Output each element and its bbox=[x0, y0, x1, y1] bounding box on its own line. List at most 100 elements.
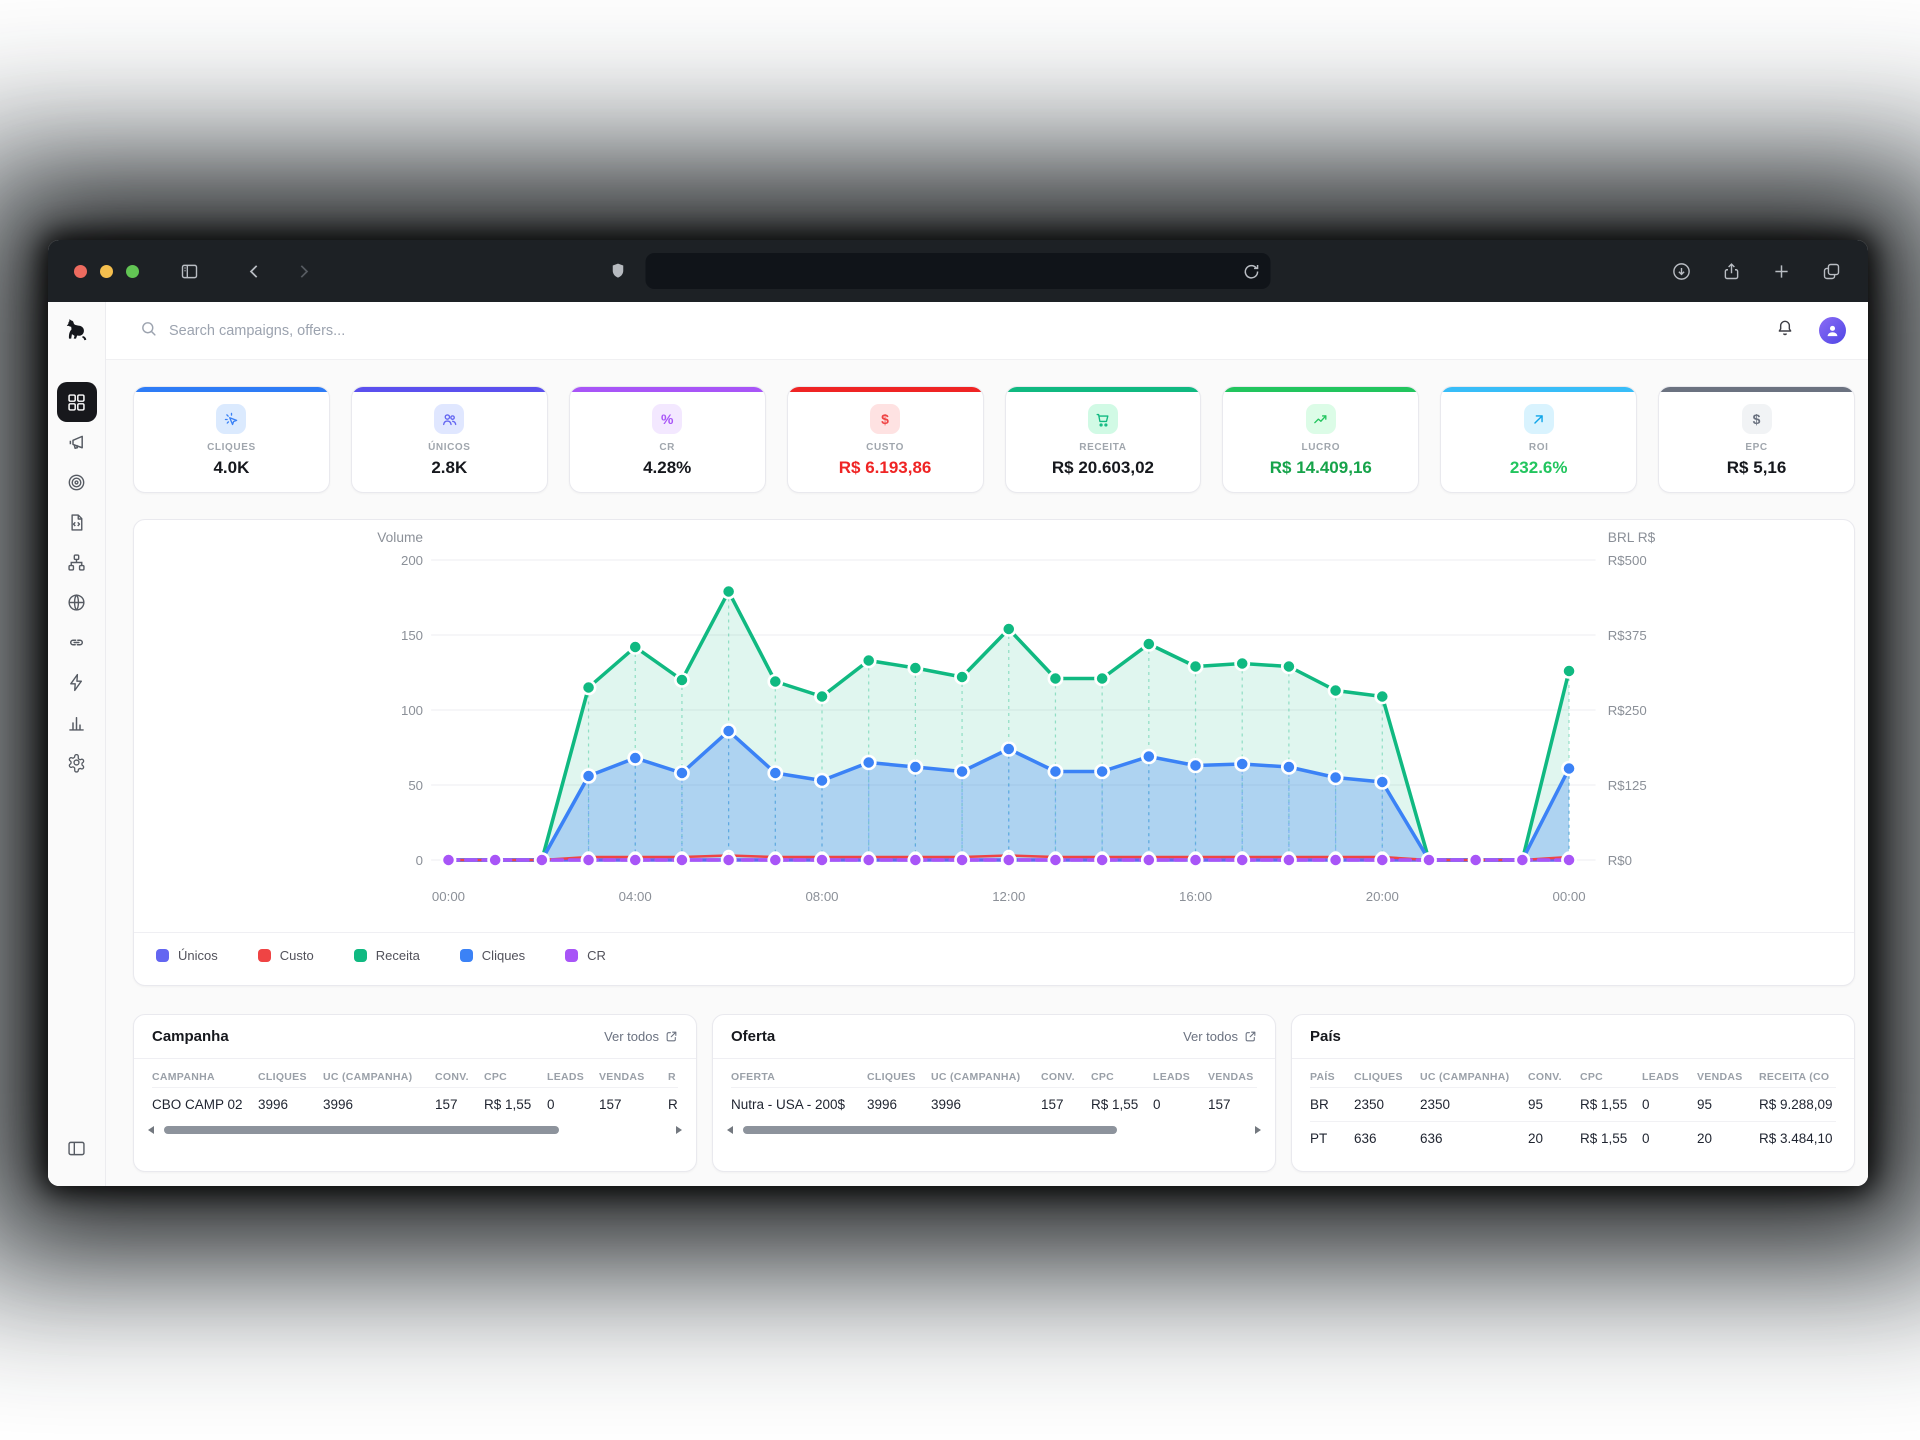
column-header: VENDAS bbox=[1697, 1071, 1759, 1083]
search-icon bbox=[140, 320, 157, 342]
kpi-card: CLIQUES 4.0K bbox=[133, 386, 330, 493]
legend-item[interactable]: CR bbox=[565, 948, 606, 963]
sidebar-item-dashboard[interactable] bbox=[57, 382, 97, 422]
sidebar-item-links[interactable] bbox=[57, 622, 97, 662]
click-icon bbox=[216, 404, 246, 434]
legend-label: CR bbox=[587, 948, 606, 963]
share-icon[interactable] bbox=[1721, 261, 1742, 282]
table-cell: 636 bbox=[1354, 1131, 1420, 1146]
svg-text:16:00: 16:00 bbox=[1179, 889, 1212, 904]
sidebar-item-funnels[interactable] bbox=[57, 542, 97, 582]
kpi-accent-bar bbox=[1441, 387, 1636, 392]
sidebar-item-automations[interactable] bbox=[57, 662, 97, 702]
kpi-accent-bar bbox=[1223, 387, 1418, 392]
new-tab-icon[interactable] bbox=[1771, 261, 1792, 282]
table-cell: R$ 1,55 bbox=[1580, 1131, 1642, 1146]
legend-label: Receita bbox=[376, 948, 420, 963]
scrollbar-thumb[interactable] bbox=[743, 1126, 1117, 1134]
kpi-label: LUCRO bbox=[1302, 442, 1341, 453]
scrollbar-thumb[interactable] bbox=[164, 1126, 559, 1134]
horizontal-scrollbar[interactable] bbox=[727, 1124, 1261, 1136]
kpi-value: R$ 14.409,16 bbox=[1270, 458, 1372, 478]
kpi-value: 232.6% bbox=[1510, 458, 1568, 478]
table-cell: R$ 1,55 bbox=[1091, 1097, 1153, 1112]
search-input[interactable] bbox=[169, 323, 589, 339]
zoom-button[interactable] bbox=[126, 265, 139, 278]
legend-item[interactable]: Cliques bbox=[460, 948, 525, 963]
table-cell: 2350 bbox=[1420, 1097, 1528, 1112]
dollar-icon: $ bbox=[870, 404, 900, 434]
sidebar-collapse-icon[interactable] bbox=[57, 1128, 97, 1168]
downloads-icon[interactable] bbox=[1671, 261, 1692, 282]
address-bar[interactable] bbox=[646, 253, 1271, 289]
forward-icon[interactable] bbox=[293, 261, 314, 282]
tab-overview-icon[interactable] bbox=[1821, 261, 1842, 282]
legend-swatch bbox=[354, 949, 367, 962]
close-button[interactable] bbox=[74, 265, 87, 278]
browser-titlebar bbox=[48, 240, 1868, 302]
back-icon[interactable] bbox=[244, 261, 265, 282]
table-row: CBO CAMP 0239963996157R$ 1,550157R bbox=[152, 1087, 678, 1121]
trend-icon bbox=[1306, 404, 1336, 434]
table-cell: Nutra - USA - 200$ bbox=[731, 1097, 867, 1112]
svg-text:R$125: R$125 bbox=[1608, 778, 1647, 793]
legend-item[interactable]: Únicos bbox=[156, 948, 218, 963]
traffic-chart: 0R$050R$125100R$250150R$375200R$500Volum… bbox=[134, 520, 1854, 920]
table-cell: R$ 1,55 bbox=[1580, 1097, 1642, 1112]
kpi-label: CR bbox=[659, 442, 675, 453]
kpi-value: 4.0K bbox=[213, 458, 249, 478]
legend-item[interactable]: Custo bbox=[258, 948, 314, 963]
table-cell: 3996 bbox=[867, 1097, 931, 1112]
column-header: R bbox=[668, 1071, 697, 1083]
notifications-bell-icon[interactable] bbox=[1775, 318, 1795, 343]
scroll-left-arrow[interactable] bbox=[148, 1126, 154, 1134]
legend-item[interactable]: Receita bbox=[354, 948, 420, 963]
kpi-accent-bar bbox=[1006, 387, 1201, 392]
table-column-headers: CAMPANHACLIQUESUC (CAMPANHA)CONV.CPCLEAD… bbox=[152, 1059, 678, 1087]
sidebar-item-offers[interactable] bbox=[57, 462, 97, 502]
arrow-icon bbox=[1524, 404, 1554, 434]
svg-text:04:00: 04:00 bbox=[619, 889, 652, 904]
kpi-row: CLIQUES 4.0K ÚNICOS 2.8K % CR 4.28% $ CU… bbox=[133, 386, 1855, 493]
svg-text:20:00: 20:00 bbox=[1366, 889, 1399, 904]
kpi-accent-bar bbox=[352, 387, 547, 392]
svg-text:00:00: 00:00 bbox=[432, 889, 465, 904]
left-sidebar bbox=[48, 302, 106, 1186]
kpi-label: ROI bbox=[1529, 442, 1549, 453]
ver-todos-link[interactable]: Ver todos bbox=[1183, 1029, 1257, 1044]
minimize-button[interactable] bbox=[100, 265, 113, 278]
table-cell: 3996 bbox=[258, 1097, 323, 1112]
sidebar-item-domains[interactable] bbox=[57, 582, 97, 622]
column-header: CPC bbox=[484, 1071, 547, 1083]
svg-text:R$0: R$0 bbox=[1608, 853, 1632, 868]
sidebar-item-landing-pages[interactable] bbox=[57, 502, 97, 542]
kpi-accent-bar bbox=[1659, 387, 1854, 392]
sidebar-item-reports[interactable] bbox=[57, 702, 97, 742]
scroll-right-arrow[interactable] bbox=[676, 1126, 682, 1134]
kpi-accent-bar bbox=[134, 387, 329, 392]
horizontal-scrollbar[interactable] bbox=[148, 1124, 682, 1136]
table-cell: 0 bbox=[547, 1097, 599, 1112]
svg-text:50: 50 bbox=[408, 778, 423, 793]
ver-todos-link[interactable]: Ver todos bbox=[604, 1029, 678, 1044]
legend-label: Únicos bbox=[178, 948, 218, 963]
kpi-card: LUCRO R$ 14.409,16 bbox=[1222, 386, 1419, 493]
svg-text:R$375: R$375 bbox=[1608, 628, 1647, 643]
reload-icon[interactable] bbox=[1241, 261, 1262, 282]
svg-text:00:00: 00:00 bbox=[1552, 889, 1585, 904]
sidebar-item-settings[interactable] bbox=[57, 742, 97, 782]
column-header: CLIQUES bbox=[867, 1071, 931, 1083]
pais-table-card: PaísPAÍSCLIQUESUC (CAMPANHA)CONV.CPCLEAD… bbox=[1291, 1014, 1855, 1172]
scroll-right-arrow[interactable] bbox=[1255, 1126, 1261, 1134]
sidebar-toggle-icon[interactable] bbox=[179, 261, 200, 282]
legend-swatch bbox=[460, 949, 473, 962]
column-header: LEADS bbox=[547, 1071, 599, 1083]
user-avatar[interactable] bbox=[1819, 317, 1846, 344]
column-header: UC (CAMPANHA) bbox=[1420, 1071, 1528, 1083]
traffic-lights bbox=[74, 265, 139, 278]
svg-text:Volume: Volume bbox=[377, 530, 423, 545]
table-row: PT63663620R$ 1,55020R$ 3.484,10 bbox=[1310, 1121, 1836, 1155]
scroll-left-arrow[interactable] bbox=[727, 1126, 733, 1134]
kpi-value: R$ 6.193,86 bbox=[839, 458, 932, 478]
sidebar-item-campaigns[interactable] bbox=[57, 422, 97, 462]
